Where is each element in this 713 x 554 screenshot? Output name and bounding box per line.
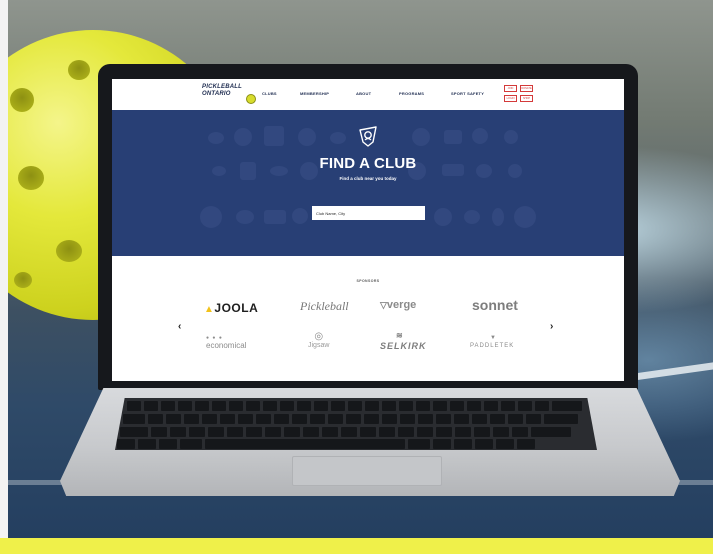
key-row <box>120 427 571 437</box>
club-logo-watermark <box>200 206 222 228</box>
laptop-trackpad <box>292 456 442 486</box>
club-search-input[interactable] <box>312 206 425 220</box>
laptop-keyboard <box>115 398 597 450</box>
key-row <box>123 414 578 424</box>
ball-hole <box>56 240 82 262</box>
sponsor-verge[interactable]: ▽verge <box>380 299 416 311</box>
club-logo-watermark <box>492 208 504 226</box>
ball-hole <box>18 166 44 190</box>
jigsaw-icon: ◎ <box>314 331 324 342</box>
sponsor-pickleball[interactable]: Pickleball <box>300 299 349 314</box>
sponsor-economical-name: economical <box>206 341 247 350</box>
sponsor-sonnet[interactable]: sonnet <box>472 297 518 313</box>
sponsor-jigsaw[interactable]: ◎ Jigsaw <box>308 331 329 349</box>
club-logo-watermark <box>330 132 346 144</box>
club-location-icon <box>359 126 377 147</box>
logo-ball-icon <box>246 94 256 104</box>
brand-bar <box>0 538 713 554</box>
club-logo-watermark <box>298 128 316 146</box>
club-logo-watermark <box>504 130 518 144</box>
logo-text-1: PICKLEBALL <box>202 84 242 90</box>
sponsor-selkirk-name: SELKIRK <box>380 341 427 351</box>
club-logo-watermark <box>472 128 488 144</box>
login-button[interactable]: LOGIN <box>504 95 517 102</box>
nav-clubs[interactable]: CLUBS <box>262 91 277 96</box>
ball-hole <box>68 60 90 80</box>
club-logo-watermark <box>514 206 536 228</box>
sponsor-verge-name: verge <box>386 299 417 311</box>
key-row <box>127 401 582 411</box>
nav-sport-safety[interactable]: SPORT SAFETY <box>451 91 484 96</box>
sponsor-joola[interactable]: ▲JOOLA <box>204 301 258 315</box>
hero-subtitle: Find a club near you today <box>339 176 397 181</box>
club-logo-watermark <box>264 126 284 146</box>
nav-membership[interactable]: MEMBERSHIP <box>300 91 329 96</box>
club-logo-watermark <box>434 208 452 226</box>
hero-title: FIND A CLUB <box>319 155 417 172</box>
sponsors-prev-arrow[interactable]: ‹ <box>178 321 181 332</box>
verge-v-icon: ▽ <box>380 300 387 310</box>
club-logo-watermark <box>444 130 462 144</box>
sponsor-joola-name: JOOLA <box>214 301 259 315</box>
joola-triangle-icon: ▲ <box>204 304 215 315</box>
site-logo[interactable]: PICKLEBALL ONTARIO <box>202 84 258 106</box>
sponsor-jigsaw-name: Jigsaw <box>308 342 330 349</box>
nav-about[interactable]: ABOUT <box>356 91 371 96</box>
club-logo-watermark <box>292 208 308 224</box>
club-logo-watermark <box>236 210 254 224</box>
site-nav: PICKLEBALL ONTARIO CLUBS MEMBERSHIP ABOU… <box>112 79 624 110</box>
sponsors-heading: SPONSORS <box>356 279 380 283</box>
laptop-screen: PICKLEBALL ONTARIO CLUBS MEMBERSHIP ABOU… <box>112 79 624 381</box>
donate-button[interactable]: DONATE <box>520 85 533 92</box>
shop-button[interactable]: SHOP <box>520 95 533 102</box>
join-button[interactable]: JOIN <box>504 85 517 92</box>
sponsors-next-arrow[interactable]: › <box>550 321 553 332</box>
club-logo-watermark <box>264 210 286 224</box>
ball-hole <box>14 272 32 288</box>
paddletek-chevron-icon: ▼ <box>490 335 497 341</box>
club-logo-watermark <box>412 128 430 146</box>
sponsor-economical[interactable]: ● ● ● economical <box>206 335 246 350</box>
ball-hole <box>10 88 34 112</box>
selkirk-wave-icon: ≋ <box>396 331 404 340</box>
find-club-hero: FIND A CLUB Find a club near you today <box>112 110 624 256</box>
sponsor-paddletek-name: PADDLETEK <box>470 343 515 349</box>
nav-programs[interactable]: PROGRAMS <box>399 91 424 96</box>
sponsor-paddletek[interactable]: ▼ PADDLETEK <box>470 335 515 349</box>
club-logo-watermark <box>464 210 480 224</box>
sponsor-selkirk[interactable]: ≋ SELKIRK <box>380 331 427 351</box>
club-logo-watermark <box>208 132 224 144</box>
key-row <box>117 439 535 449</box>
club-logo-watermark <box>234 128 252 146</box>
